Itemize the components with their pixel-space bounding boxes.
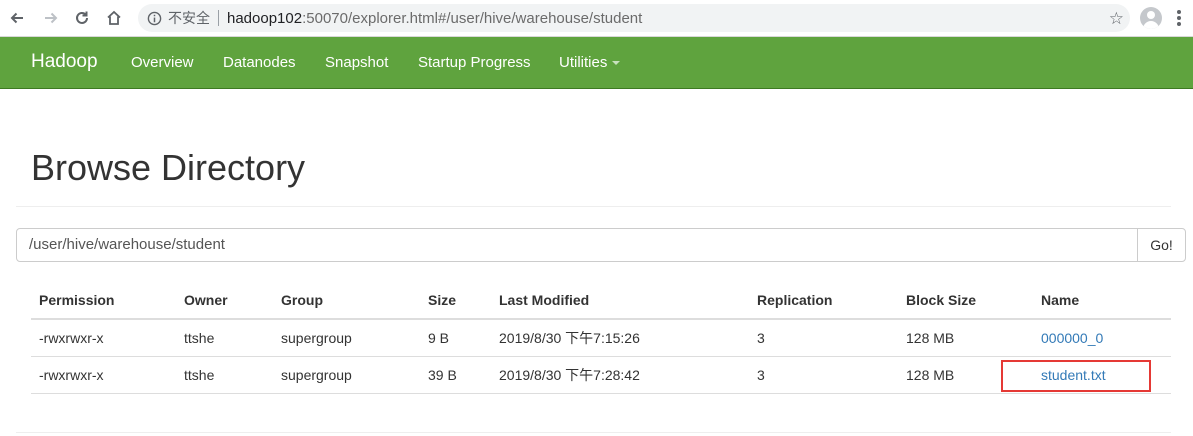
header-size[interactable]: Size xyxy=(420,281,491,320)
go-button[interactable]: Go! xyxy=(1137,228,1186,262)
file-link[interactable]: 000000_0 xyxy=(1041,330,1103,346)
nav-snapshot[interactable]: Snapshot xyxy=(325,54,388,71)
navbar-brand[interactable]: Hadoop xyxy=(31,51,98,73)
highlight-box xyxy=(1001,360,1151,392)
url-path: :50070/explorer.html#/user/hive/warehous… xyxy=(302,9,643,27)
cell-owner: ttshe xyxy=(176,356,273,394)
cell-last-modified: 2019/8/30 下午7:28:42 xyxy=(491,356,749,394)
table-row: -rwxrwxr-x ttshe supergroup 9 B 2019/8/3… xyxy=(31,319,1171,357)
url-host: hadoop102 xyxy=(227,9,303,27)
footer-divider xyxy=(16,432,1171,433)
cell-group: supergroup xyxy=(273,319,420,357)
cell-permission: -rwxrwxr-x xyxy=(31,319,176,357)
header-owner[interactable]: Owner xyxy=(176,281,273,320)
directory-table: Permission Owner Group Size Last Modifie… xyxy=(31,281,1171,394)
table-header-row: Permission Owner Group Size Last Modifie… xyxy=(31,281,1171,320)
forward-arrow-icon[interactable] xyxy=(38,6,64,30)
cell-owner: ttshe xyxy=(176,319,273,357)
browser-menu-icon[interactable] xyxy=(1177,10,1181,26)
header-group[interactable]: Group xyxy=(273,281,420,320)
url-text[interactable]: hadoop102:50070/explorer.html#/user/hive… xyxy=(227,10,642,27)
nav-datanodes[interactable]: Datanodes xyxy=(223,54,296,71)
home-icon[interactable] xyxy=(101,6,127,30)
header-block-size[interactable]: Block Size xyxy=(898,281,1033,320)
browser-toolbar: 不安全 hadoop102:50070/explorer.html#/user/… xyxy=(0,0,1193,37)
info-icon[interactable] xyxy=(146,10,162,26)
cell-replication: 3 xyxy=(749,319,898,357)
cell-block-size: 128 MB xyxy=(898,319,1033,357)
reload-icon[interactable] xyxy=(69,6,95,30)
cell-replication: 3 xyxy=(749,356,898,394)
title-divider xyxy=(16,206,1171,207)
cell-name: 000000_0 xyxy=(1033,319,1171,357)
caret-down-icon xyxy=(612,61,621,66)
security-label[interactable]: 不安全 xyxy=(168,8,210,28)
address-divider xyxy=(218,10,219,26)
nav-utilities-label: Utilities xyxy=(559,54,608,71)
nav-startup-progress[interactable]: Startup Progress xyxy=(418,54,531,71)
directory-path-input[interactable]: /user/hive/warehouse/student xyxy=(16,228,1138,262)
nav-utilities-dropdown[interactable]: Utilities xyxy=(559,54,621,71)
table-row: -rwxrwxr-x ttshe supergroup 39 B 2019/8/… xyxy=(31,356,1171,394)
cell-group: supergroup xyxy=(273,356,420,394)
header-replication[interactable]: Replication xyxy=(749,281,898,320)
nav-overview[interactable]: Overview xyxy=(131,54,194,71)
page-title: Browse Directory xyxy=(31,147,306,188)
hadoop-navbar: Hadoop Overview Datanodes Snapshot Start… xyxy=(0,37,1193,89)
cell-size: 9 B xyxy=(420,319,491,357)
cell-last-modified: 2019/8/30 下午7:15:26 xyxy=(491,319,749,357)
header-permission[interactable]: Permission xyxy=(31,281,176,320)
cell-permission: -rwxrwxr-x xyxy=(31,356,176,394)
profile-avatar-icon[interactable] xyxy=(1140,7,1162,29)
cell-size: 39 B xyxy=(420,356,491,394)
back-arrow-icon[interactable] xyxy=(4,6,30,30)
bookmark-star-icon[interactable]: ☆ xyxy=(1109,9,1124,29)
header-last-modified[interactable]: Last Modified xyxy=(491,281,749,320)
address-bar[interactable]: 不安全 hadoop102:50070/explorer.html#/user/… xyxy=(138,4,1130,32)
header-name[interactable]: Name xyxy=(1033,281,1171,320)
